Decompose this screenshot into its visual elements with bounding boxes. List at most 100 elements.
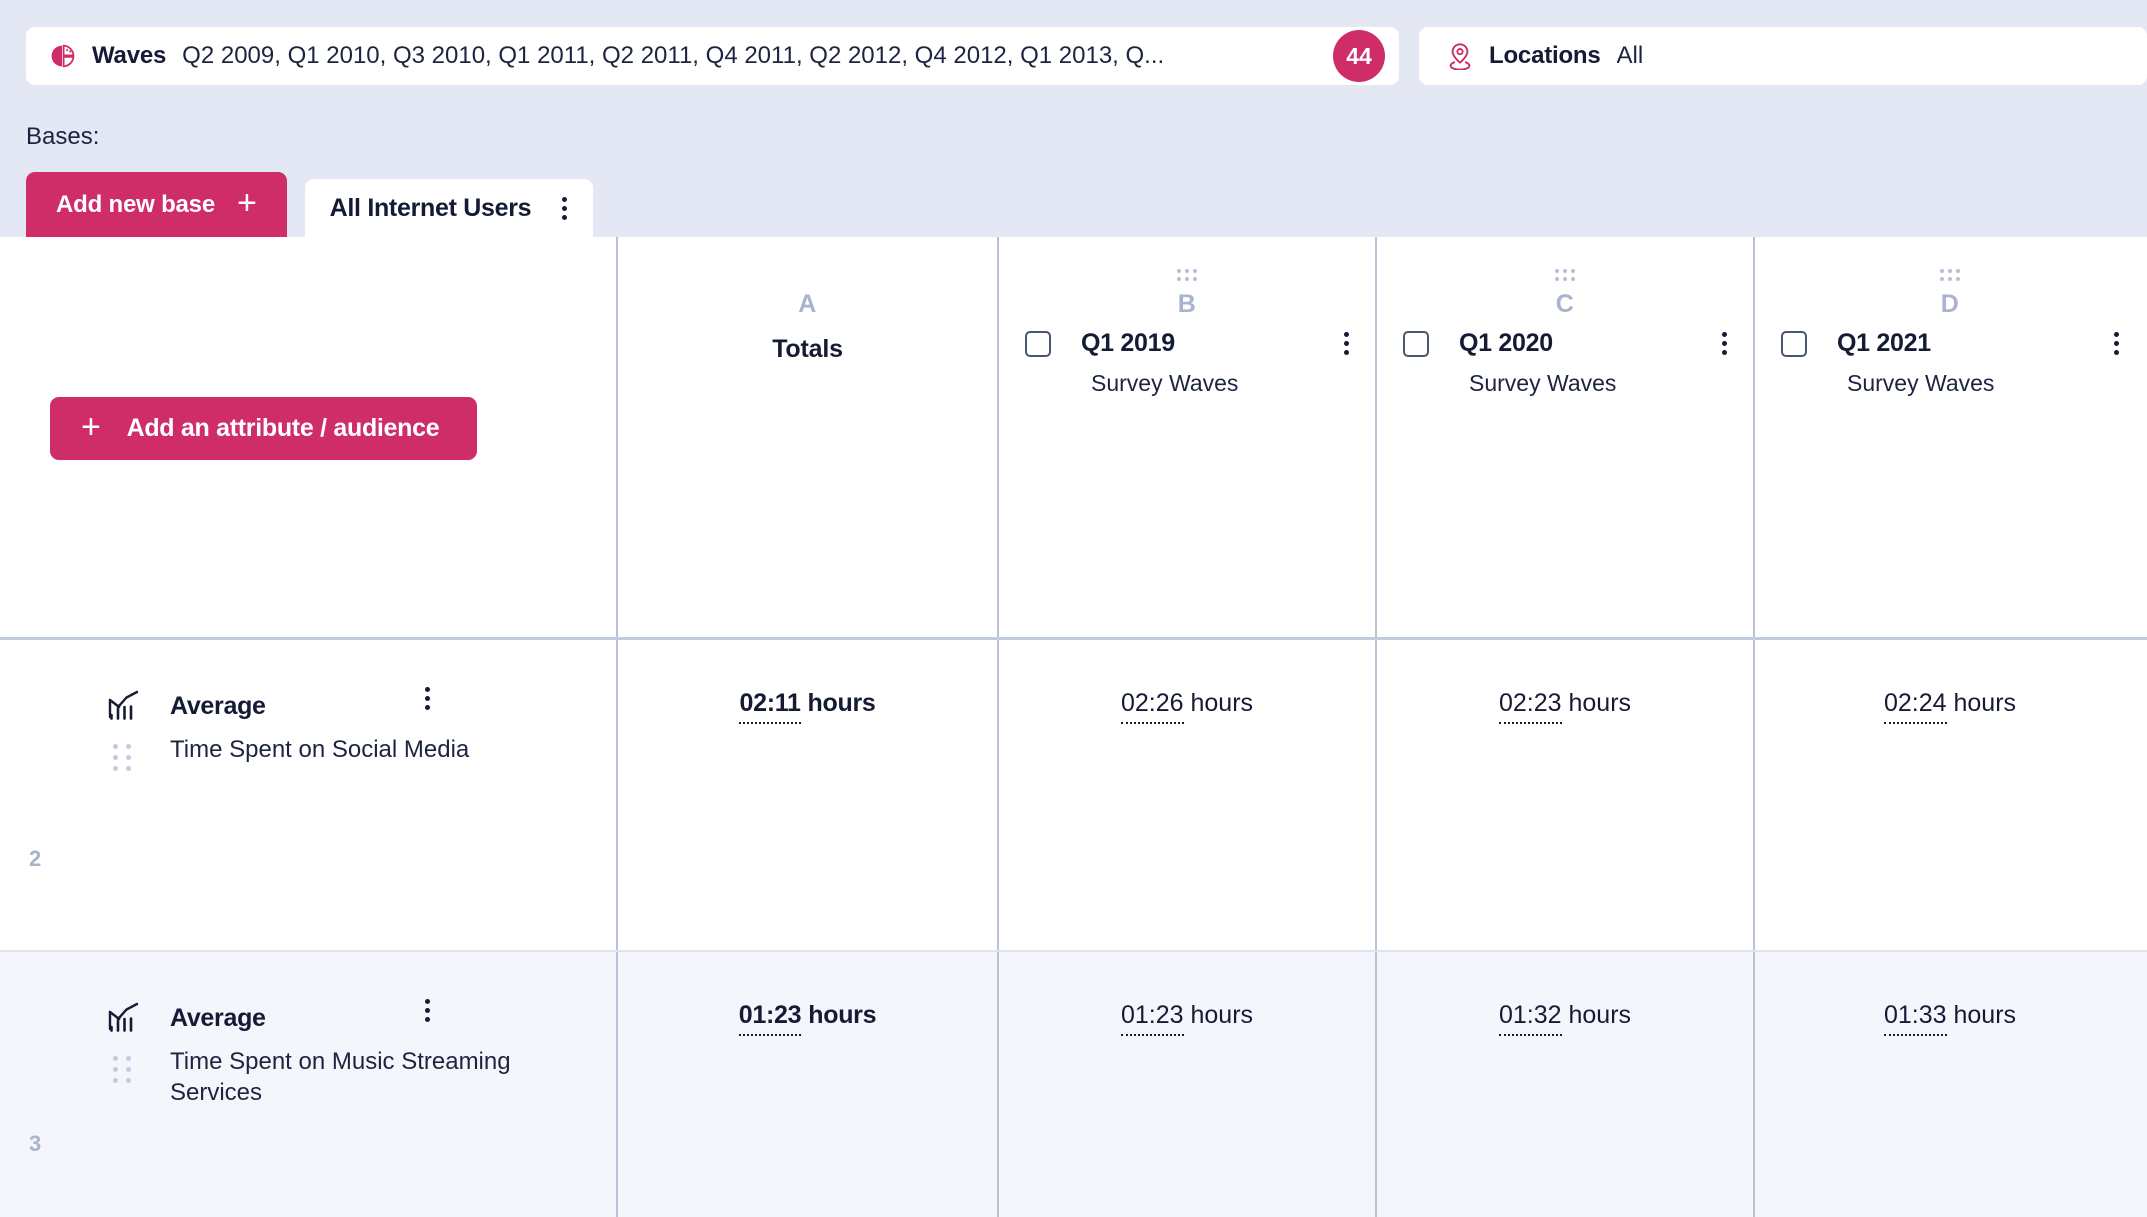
crosstab-grid: + Add an attribute / audience A Totals B… <box>0 237 2147 1217</box>
kebab-menu-icon[interactable] <box>418 999 436 1022</box>
waves-filter[interactable]: Waves Q2 2009, Q1 2010, Q3 2010, Q1 2011… <box>26 27 1399 85</box>
column-letter-c: C <box>1377 290 1753 319</box>
row-2-label-cell: 2 Average <box>0 640 616 950</box>
kebab-menu-icon[interactable] <box>2107 332 2125 355</box>
column-b-name: Q1 2019 <box>1081 329 1337 358</box>
row-2-number: 2 <box>29 846 41 872</box>
cell-value-number: 02:23 <box>1499 689 1562 724</box>
drag-dots-icon[interactable] <box>1940 269 1960 281</box>
plus-icon: + <box>237 186 257 220</box>
column-header-c: C Q1 2020 Survey Waves <box>1375 237 1753 637</box>
cell-value: 01:33hours <box>1755 1001 2145 1030</box>
column-d-name: Q1 2021 <box>1837 329 2107 358</box>
cell-value-unit: hours <box>808 1001 876 1029</box>
row-3-cell-b: 01:23hours <box>997 952 1375 1217</box>
column-c-name: Q1 2020 <box>1459 329 1715 358</box>
cell-value-number: 01:32 <box>1499 1001 1562 1036</box>
drag-dots-icon[interactable] <box>113 1056 131 1083</box>
add-attribute-audience-label: Add an attribute / audience <box>127 414 440 443</box>
cell-value-unit: hours <box>1954 1001 2017 1029</box>
column-header-a-totals: A Totals <box>616 237 997 637</box>
cell-value-number: 01:23 <box>739 1001 801 1036</box>
plus-icon: + <box>81 410 101 444</box>
row-2-cell-d: 02:24hours <box>1753 640 2145 950</box>
locations-filter-value: All <box>1617 42 2133 70</box>
row-3-cell-c: 01:32hours <box>1375 952 1753 1217</box>
add-new-base-button[interactable]: Add new base + <box>26 172 287 237</box>
row-3-attribute-name: Time Spent on Music Streaming Services <box>170 1047 530 1108</box>
cell-value: 02:23hours <box>1377 689 1753 718</box>
waves-count-badge: 44 <box>1333 30 1385 82</box>
survey-crosstab-app: Waves Q2 2009, Q1 2010, Q3 2010, Q1 2011… <box>0 0 2147 1217</box>
drag-dots-icon[interactable] <box>1177 269 1197 281</box>
cell-value: 02:24hours <box>1755 689 2145 718</box>
global-filter-bar: Waves Q2 2009, Q1 2010, Q3 2010, Q1 2011… <box>0 0 2147 127</box>
row-3-aggregation-label: Average <box>170 1004 266 1033</box>
drag-dots-icon[interactable] <box>1555 269 1575 281</box>
row-3-label-cell: 3 Average <box>0 952 616 1217</box>
cell-value: 01:32hours <box>1377 1001 1753 1030</box>
column-d-headline: Q1 2021 <box>1781 329 2125 358</box>
cell-value-unit: hours <box>1191 1001 1254 1029</box>
cell-value-number: 02:11 <box>739 689 800 724</box>
add-attribute-audience-button[interactable]: + Add an attribute / audience <box>50 397 477 460</box>
cell-value-unit: hours <box>1569 689 1632 717</box>
base-tab-all-internet-users[interactable]: All Internet Users <box>305 179 594 237</box>
column-c-subtitle: Survey Waves <box>1469 370 1616 397</box>
kebab-menu-icon[interactable] <box>1715 332 1733 355</box>
waves-filter-label: Waves <box>92 42 166 70</box>
column-header-b: B Q1 2019 Survey Waves <box>997 237 1375 637</box>
kebab-menu-icon[interactable] <box>1337 332 1355 355</box>
cell-value: 02:11hours <box>618 689 997 718</box>
column-letter-a: A <box>618 290 997 319</box>
row-2-cell-totals: 02:11 hours <box>616 640 997 950</box>
cell-value-unit: hours <box>1954 689 2017 717</box>
kebab-menu-icon[interactable] <box>418 687 436 710</box>
row-2-cell-c: 02:23hours <box>1375 640 1753 950</box>
cell-value: 01:23hours <box>618 1001 997 1030</box>
row-3-cell-d: 01:33hours <box>1753 952 2145 1217</box>
row-3-aggregation: Average <box>105 999 266 1037</box>
column-header-d: D Q1 2021 Survey Waves <box>1753 237 2145 637</box>
bases-tabs-row: Add new base + All Internet Users <box>26 172 593 237</box>
cell-value-unit: hours <box>808 689 876 717</box>
cell-value-number: 01:23 <box>1121 1001 1184 1036</box>
table-row: 3 Average <box>0 950 2147 1217</box>
bases-label: Bases: <box>26 123 99 151</box>
column-d-subtitle: Survey Waves <box>1847 370 1994 397</box>
grid-header-row: + Add an attribute / audience A Totals B… <box>0 237 2147 637</box>
cell-value: 01:23hours <box>999 1001 1375 1030</box>
column-b-checkbox[interactable] <box>1025 331 1051 357</box>
column-letter-b: B <box>999 290 1375 319</box>
add-new-base-label: Add new base <box>56 191 215 219</box>
location-pin-icon <box>1445 41 1475 71</box>
cell-value-unit: hours <box>1569 1001 1632 1029</box>
row-3-cell-totals: 01:23hours <box>616 952 997 1217</box>
drag-dots-icon[interactable] <box>113 744 131 771</box>
row-2-attribute-name: Time Spent on Social Media <box>170 735 530 766</box>
cell-value-number: 02:26 <box>1121 689 1184 724</box>
grid-header-corner-cell: + Add an attribute / audience <box>0 237 616 637</box>
row-3-number: 3 <box>29 1131 41 1157</box>
column-b-headline: Q1 2019 <box>1025 329 1355 358</box>
cell-value-number: 01:33 <box>1884 1001 1947 1036</box>
column-c-checkbox[interactable] <box>1403 331 1429 357</box>
cell-value: 02:26hours <box>999 689 1375 718</box>
cell-value-unit: hours <box>1191 689 1254 717</box>
kebab-menu-icon[interactable] <box>555 197 573 220</box>
row-2-aggregation: Average <box>105 687 266 725</box>
column-letter-d: D <box>1755 290 2145 319</box>
column-title-totals: Totals <box>618 335 997 364</box>
locations-filter-label: Locations <box>1489 42 1601 70</box>
column-d-checkbox[interactable] <box>1781 331 1807 357</box>
cell-value-number: 02:24 <box>1884 689 1947 724</box>
chart-trend-icon <box>105 999 143 1037</box>
locations-filter[interactable]: Locations All <box>1419 27 2147 85</box>
waves-pie-icon <box>48 41 78 71</box>
chart-trend-icon <box>105 687 143 725</box>
base-tab-label: All Internet Users <box>330 194 532 223</box>
row-2-cell-b: 02:26hours <box>997 640 1375 950</box>
column-b-subtitle: Survey Waves <box>1091 370 1238 397</box>
row-2-aggregation-label: Average <box>170 692 266 721</box>
table-row: 2 Average <box>0 637 2147 950</box>
